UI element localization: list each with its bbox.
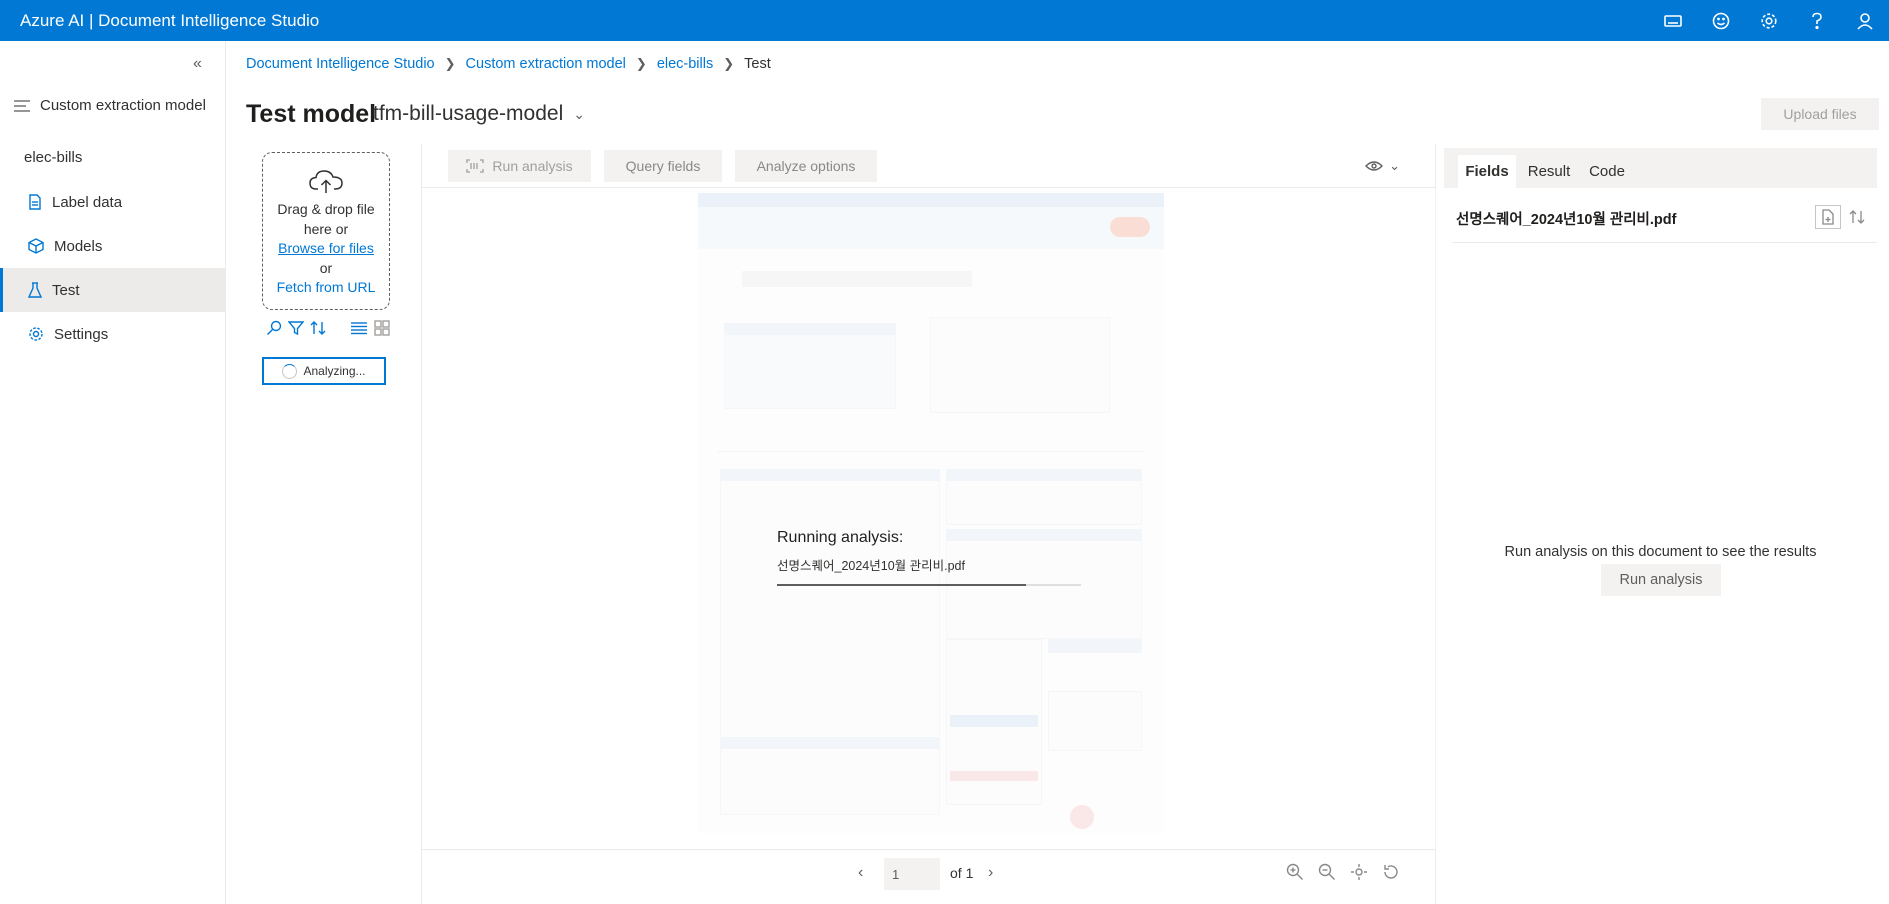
tab-result[interactable]: Result — [1522, 155, 1576, 188]
analysis-progress-bar — [777, 584, 1081, 586]
page-navigation: ‹ of 1 › — [422, 849, 1436, 904]
browse-files-link[interactable]: Browse for files — [263, 239, 389, 259]
sidebar-item-label: Models — [54, 237, 103, 255]
model-name: tfm-bill-usage-model — [373, 102, 564, 125]
chevron-down-icon: ⌄ — [1389, 158, 1400, 173]
chevron-right-icon: ❯ — [635, 56, 647, 71]
zoom-in-icon[interactable] — [1286, 863, 1304, 881]
upload-files-button[interactable]: Upload files — [1761, 98, 1879, 130]
settings-icon[interactable] — [1745, 12, 1793, 30]
label-data-icon — [29, 194, 41, 210]
breadcrumb-current: Test — [744, 56, 771, 72]
list-view-icon[interactable] — [350, 321, 368, 335]
file-tools — [266, 320, 396, 336]
run-analysis-button[interactable]: Run analysis — [1601, 564, 1721, 596]
menu-list-icon — [14, 99, 30, 112]
breadcrumb-project[interactable]: elec-bills — [657, 56, 713, 72]
rotate-icon[interactable] — [1382, 863, 1400, 881]
sidebar-item-settings[interactable]: Settings — [0, 312, 225, 356]
keyboard-icon[interactable] — [1649, 14, 1697, 28]
analyze-options-button[interactable]: Analyze options — [735, 150, 877, 182]
chevron-right-icon: ❯ — [444, 56, 456, 71]
account-icon[interactable] — [1841, 12, 1889, 30]
page-number-input[interactable] — [884, 858, 940, 890]
cloud-upload-icon — [309, 170, 343, 193]
zoom-controls — [1272, 863, 1400, 881]
flask-icon — [28, 282, 42, 298]
filter-icon[interactable] — [288, 320, 304, 336]
run-analysis-toolbar-button[interactable]: Run analysis — [448, 150, 591, 182]
running-analysis-file: 선명스퀘어_2024년10월 관리비.pdf — [777, 559, 965, 573]
file-dropzone[interactable]: Drag & drop file here or Browse for file… — [262, 152, 390, 310]
sidebar-item-label: Test — [52, 281, 80, 299]
sort-icon[interactable] — [310, 320, 326, 336]
sidebar-item-label-data[interactable]: Label data — [0, 180, 225, 224]
sidebar-item-label: Label data — [52, 193, 123, 211]
dropzone-text-2: here or — [303, 220, 349, 237]
project-name: elec-bills — [24, 149, 83, 166]
empty-results-message: Run analysis on this document to see the… — [1504, 544, 1817, 560]
chevron-right-icon: ❯ — [723, 56, 735, 71]
analysis-overlay — [422, 189, 1436, 849]
analysis-progress-fill — [777, 584, 1027, 586]
spinner-icon — [282, 363, 298, 379]
dropzone-or: or — [319, 259, 333, 276]
feedback-icon[interactable] — [1697, 12, 1745, 30]
results-file-actions — [1815, 205, 1865, 229]
scan-icon — [466, 159, 485, 173]
results-tabs: Fields Result Code — [1444, 148, 1877, 188]
document-canvas: Running analysis: 선명스퀘어_2024년10월 관리비.pdf — [422, 189, 1436, 849]
dropzone-text-1: Drag & drop file — [277, 201, 375, 217]
sidebar: « Custom extraction model elec-bills Lab… — [0, 41, 226, 904]
zoom-out-icon[interactable] — [1318, 863, 1336, 881]
download-document-button[interactable] — [1815, 205, 1841, 229]
analyzing-file-item[interactable]: Analyzing... — [262, 357, 386, 385]
top-bar-icons — [1649, 0, 1889, 41]
fetch-url-link[interactable]: Fetch from URL — [263, 278, 389, 298]
next-page-icon[interactable]: › — [988, 864, 993, 882]
sidebar-item-test[interactable]: Test — [0, 268, 225, 312]
running-analysis-panel: Running analysis: 선명스퀘어_2024년10월 관리비.pdf — [777, 529, 1097, 586]
document-add-icon — [1822, 209, 1834, 225]
run-analysis-label: Run analysis — [492, 158, 573, 174]
document-viewer: Run analysis Query fields Analyze option… — [422, 144, 1436, 904]
sidebar-header[interactable]: Custom extraction model — [14, 97, 206, 114]
query-fields-button[interactable]: Query fields — [604, 150, 722, 182]
grid-view-icon[interactable] — [374, 320, 390, 336]
running-analysis-title: Running analysis: — [777, 529, 904, 546]
file-pane: Drag & drop file here or Browse for file… — [226, 144, 422, 904]
search-icon[interactable] — [266, 320, 282, 336]
fit-to-page-icon[interactable] — [1350, 863, 1368, 881]
collapse-sidebar-icon[interactable]: « — [193, 55, 202, 73]
chevron-down-icon: ⌄ — [573, 105, 585, 122]
results-filename: 선명스퀘어_2024년10월 관리비.pdf — [1456, 212, 1677, 228]
tab-fields[interactable]: Fields — [1458, 155, 1516, 188]
view-options-dropdown[interactable]: ⌄ — [1365, 158, 1400, 174]
viewer-toolbar: Run analysis Query fields Analyze option… — [422, 144, 1436, 188]
analyzing-label: Analyzing... — [303, 364, 366, 378]
sidebar-header-label: Custom extraction model — [40, 97, 206, 114]
breadcrumb-custom-model[interactable]: Custom extraction model — [466, 56, 626, 72]
results-pane: Fields Result Code 선명스퀘어_2024년10월 관리비.pd… — [1444, 144, 1877, 904]
breadcrumb-studio[interactable]: Document Intelligence Studio — [246, 56, 435, 72]
sidebar-item-label: Settings — [54, 325, 109, 343]
app-title[interactable]: Azure AI | Document Intelligence Studio — [20, 11, 319, 31]
model-dropdown[interactable]: tfm-bill-usage-model ⌄ — [373, 102, 585, 126]
previous-page-icon[interactable]: ‹ — [858, 864, 863, 882]
top-bar: Azure AI | Document Intelligence Studio — [0, 0, 1889, 41]
gear-icon — [29, 327, 43, 341]
results-divider — [1452, 242, 1877, 243]
page-title: Test model — [246, 100, 377, 128]
page-count: of 1 — [950, 865, 974, 881]
cube-icon — [28, 238, 44, 254]
help-icon[interactable] — [1793, 12, 1841, 30]
sort-icon[interactable] — [1849, 209, 1865, 225]
tab-code[interactable]: Code — [1582, 155, 1632, 188]
sidebar-item-models[interactable]: Models — [0, 224, 225, 268]
breadcrumb: Document Intelligence Studio ❯ Custom ex… — [246, 56, 771, 72]
eye-icon — [1365, 161, 1384, 171]
